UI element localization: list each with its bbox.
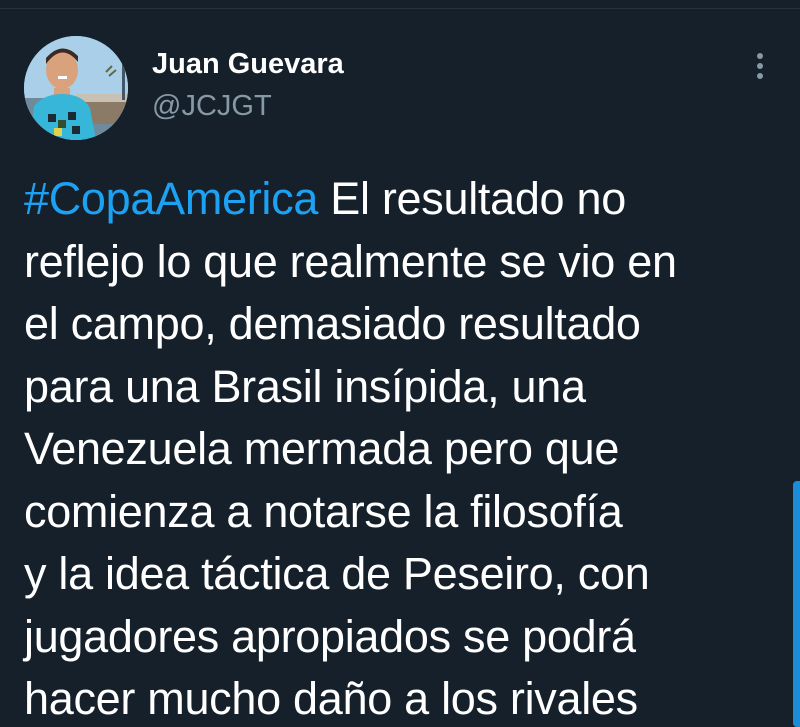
tweet-line: comienza a notarse la filosofía [24,485,623,537]
tweet-screen: Juan Guevara @JCJGT #CopaAmerica El resu… [0,0,800,727]
tweet-line: jugadores apropiados se podrá [24,610,636,662]
display-name[interactable]: Juan Guevara [152,46,344,82]
scrollbar[interactable] [793,481,800,727]
avatar-photo [24,36,128,140]
more-options-button[interactable] [744,46,776,86]
user-handle[interactable]: @JCJGT [152,88,344,124]
hashtag-link[interactable]: #CopaAmerica [24,173,318,224]
tweet-line: y la idea táctica de Peseiro, con [24,548,650,599]
avatar[interactable] [24,36,128,140]
tweet-line: reflejo lo que realmente se vio en [24,235,677,287]
tweet-line-text: El resultado no [318,173,626,224]
tweet-line: el campo, demasiado resultado [24,298,641,349]
tweet-line: hacer mucho daño a los rivales [24,673,638,724]
tweet-text: #CopaAmerica El resultado no reflejo lo … [24,168,764,727]
more-vertical-icon [757,53,763,79]
user-info: Juan Guevara @JCJGT [152,46,344,124]
top-divider [0,8,800,9]
tweet-line: para una Brasil insípida, una [24,360,586,412]
tweet-line: #CopaAmerica El resultado no [24,168,764,231]
tweet-line: Venezuela mermada pero que [24,423,620,474]
